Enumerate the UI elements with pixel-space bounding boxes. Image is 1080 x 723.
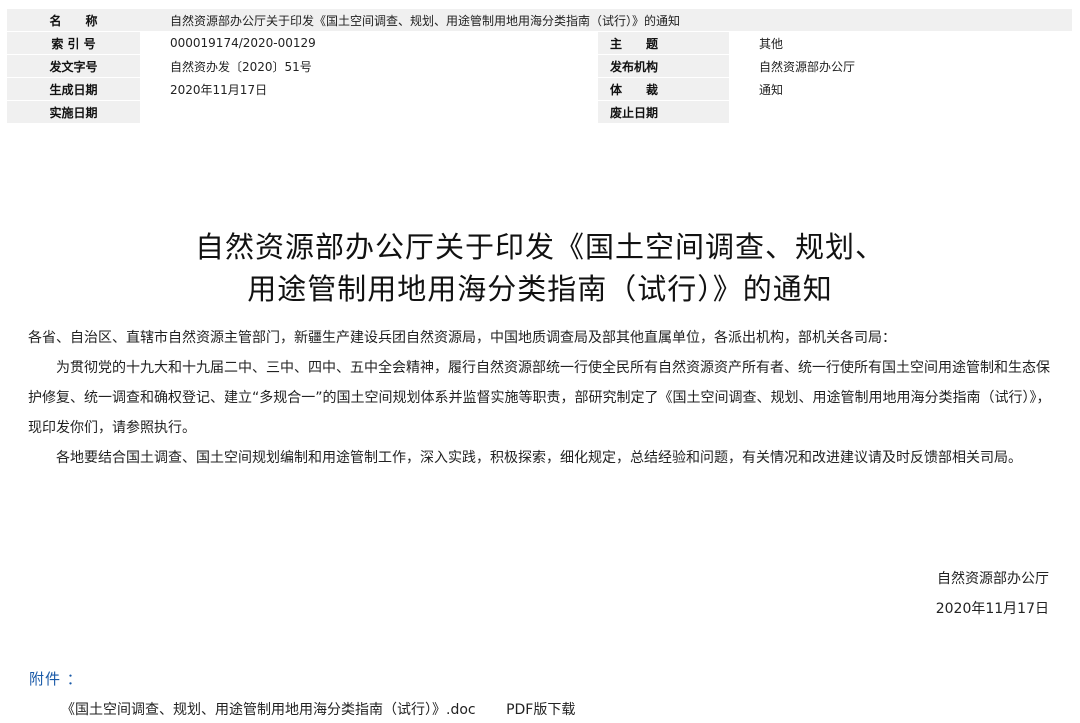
meta-label-effective: 实施日期 <box>7 100 140 124</box>
meta-row-created: 生成日期 2020年11月17日 体 裁 通知 <box>7 77 1072 101</box>
meta-row-docno: 发文字号 自然资办发〔2020〕51号 发布机构 自然资源部办公厅 <box>7 54 1072 78</box>
meta-value-docno: 自然资办发〔2020〕51号 <box>140 54 598 78</box>
meta-value-created: 2020年11月17日 <box>140 77 598 101</box>
meta-label-expire: 废止日期 <box>598 100 729 124</box>
meta-label-publisher: 发布机构 <box>598 54 729 78</box>
meta-value-genre: 通知 <box>729 77 1072 101</box>
attachments-list: 《国土空间调查、规划、用途管制用地用海分类指南（试行）》.doc PDF版下载 <box>61 699 575 719</box>
pdf-download-link[interactable]: PDF版下载 <box>506 702 575 718</box>
meta-row-effective: 实施日期 废止日期 <box>7 100 1072 124</box>
meta-value-index: 000019174/2020-00129 <box>140 31 598 55</box>
meta-label-topic: 主 题 <box>598 31 729 55</box>
document-body: 各省、自治区、直辖市自然资源主管部门，新疆生产建设兵团自然资源局，中国地质调查局… <box>28 323 1058 473</box>
meta-label-genre: 体 裁 <box>598 77 729 101</box>
meta-label-docno: 发文字号 <box>7 54 140 78</box>
document-title: 自然资源部办公厅关于印发《国土空间调查、规划、 用途管制用地用海分类指南（试行）… <box>0 226 1080 310</box>
document-page: 名 称 自然资源部办公厅关于印发《国土空间调查、规划、用途管制用地用海分类指南（… <box>0 0 1080 723</box>
meta-row-index: 索 引 号 000019174/2020-00129 主 题 其他 <box>7 31 1072 55</box>
signature-block: 自然资源部办公厅 2020年11月17日 <box>936 564 1049 624</box>
body-paragraph-1: 为贯彻党的十九大和十九届二中、三中、四中、五中全会精神，履行自然资源部统一行使全… <box>28 360 1051 436</box>
meta-value-publisher: 自然资源部办公厅 <box>729 54 1072 78</box>
body-paragraph-2: 各地要结合国土调查、国土空间规划编制和用途管制工作，深入实践，积极探索，细化规定… <box>56 450 1022 466</box>
signature-org: 自然资源部办公厅 <box>937 571 1049 587</box>
salutation: 各省、自治区、直辖市自然资源主管部门，新疆生产建设兵团自然资源局，中国地质调查局… <box>28 330 896 346</box>
meta-value-expire <box>729 100 1072 124</box>
document-title-line-2: 用途管制用地用海分类指南（试行）》的通知 <box>247 272 833 306</box>
document-title-line-1: 自然资源部办公厅关于印发《国土空间调查、规划、 <box>194 230 885 264</box>
meta-value-topic: 其他 <box>729 31 1072 55</box>
attachment-doc-link[interactable]: 《国土空间调查、规划、用途管制用地用海分类指南（试行）》.doc <box>61 702 476 718</box>
meta-label-index: 索 引 号 <box>7 31 140 55</box>
metadata-table: 名 称 自然资源部办公厅关于印发《国土空间调查、规划、用途管制用地用海分类指南（… <box>7 9 1072 124</box>
meta-value-name: 自然资源部办公厅关于印发《国土空间调查、规划、用途管制用地用海分类指南（试行）》… <box>140 9 1072 32</box>
attachments-label: 附件 ： <box>29 670 83 688</box>
meta-row-name: 名 称 自然资源部办公厅关于印发《国土空间调查、规划、用途管制用地用海分类指南（… <box>7 9 1072 32</box>
meta-label-created: 生成日期 <box>7 77 140 101</box>
meta-label-name: 名 称 <box>7 9 140 32</box>
signature-date: 2020年11月17日 <box>935 601 1049 617</box>
meta-value-effective <box>140 100 598 124</box>
